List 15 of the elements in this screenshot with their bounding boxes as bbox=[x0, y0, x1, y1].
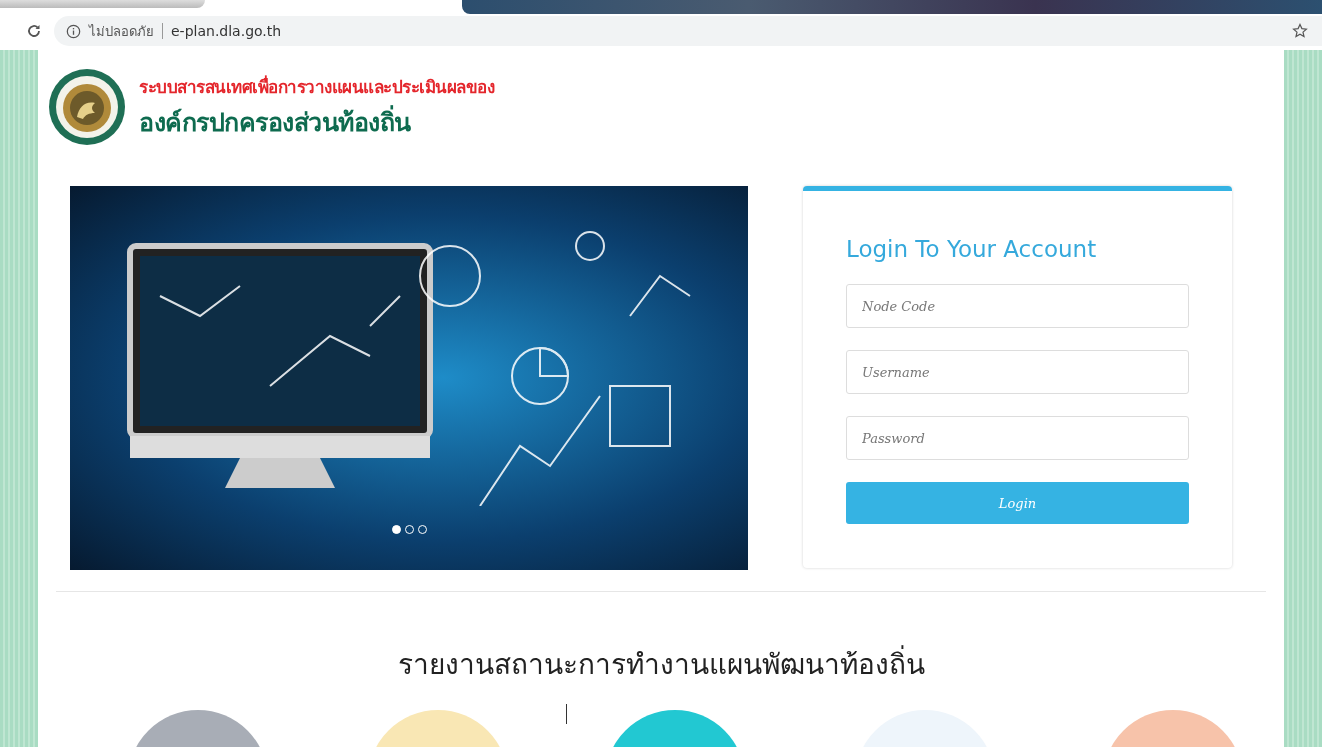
security-label: ไม่ปลอดภัย bbox=[89, 22, 154, 41]
info-icon[interactable] bbox=[66, 23, 81, 39]
login-title: Login To Your Account bbox=[846, 236, 1098, 262]
bookmark-star-icon[interactable] bbox=[1292, 23, 1308, 39]
emblem-icon bbox=[47, 66, 127, 148]
system-title: ระบบสารสนเทศเพื่อการวางแผนและประเมินผลของ bbox=[139, 74, 494, 99]
address-bar[interactable]: ไม่ปลอดภัย e-plan.dla.go.th bbox=[54, 16, 1322, 46]
input-field[interactable]: Username bbox=[846, 350, 1189, 394]
carousel-dot[interactable] bbox=[391, 525, 401, 534]
url-text: e-plan.dla.go.th bbox=[171, 23, 283, 39]
input-field[interactable]: Node Code bbox=[846, 284, 1189, 328]
organization-title: องค์กรปกครองส่วนท้องถิ่น bbox=[139, 104, 412, 139]
report-title: รายงานสถานะการทำงานแผนพัฒนาท้องถิ่น bbox=[38, 642, 1284, 686]
reload-icon[interactable] bbox=[26, 23, 42, 39]
input-field[interactable]: Password bbox=[846, 416, 1189, 460]
